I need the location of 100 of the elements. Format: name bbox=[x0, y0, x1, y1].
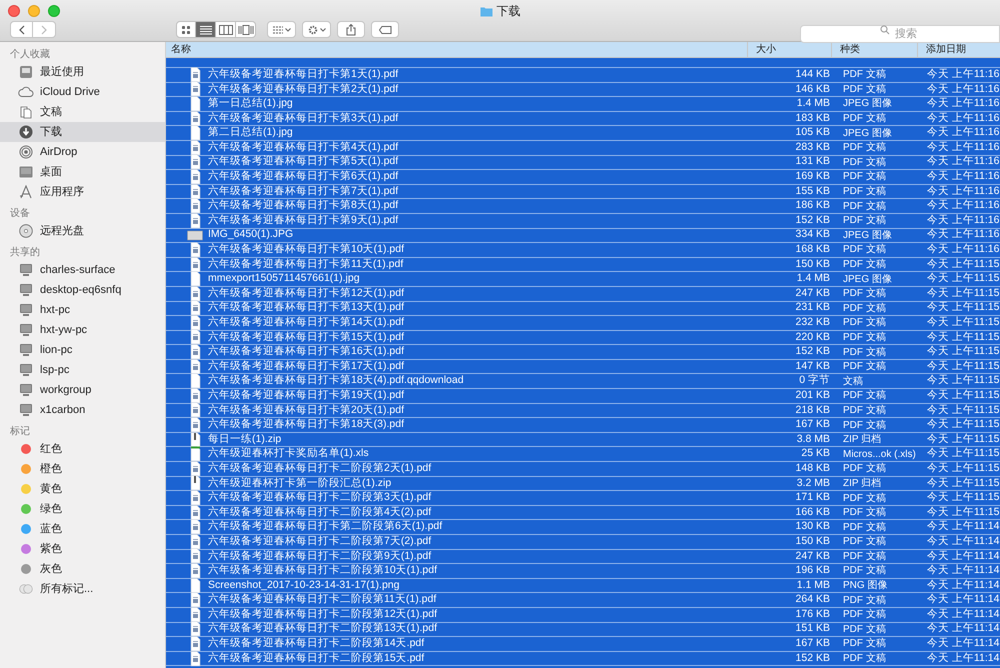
file-row[interactable]: 六年级备考迎春杯每日打卡第10天(1).pdf 168 KB PDF 文稿 今天 上午11:16 bbox=[166, 243, 1000, 258]
file-row[interactable]: 第一日总结(1).jpg 1.4 MB JPEG 图像 今天 上午11:16 bbox=[166, 97, 1000, 112]
sidebar-item[interactable]: 橙色 bbox=[0, 459, 165, 479]
file-row[interactable]: Screenshot_2017-10-23-14-31-17(1).png 1.1 MB PNG 图像 今天 上午11:14 bbox=[166, 578, 1000, 594]
file-row[interactable]: mmexport1505711457661(1).jpg 1.4 MB JPEG 图像 今天 上午11:15 bbox=[166, 272, 1000, 287]
file-row[interactable]: 六年级备考迎春杯每日打卡二阶段第3天(1).pdf 171 KB PDF 文稿 今天 上午11:15 bbox=[166, 491, 1000, 506]
file-row[interactable]: 六年级备考迎春杯每日打卡二阶段第9天(1).pdf 247 KB PDF 文稿 今天 上午11:14 bbox=[166, 550, 1000, 564]
file-row[interactable]: 六年级备考迎春杯每日打卡第12天(1).pdf 247 KB PDF 文稿 今天 上午11:15 bbox=[166, 286, 1000, 302]
file-row[interactable]: 六年级备考迎春杯每日打卡第8天(1).pdf 186 KB PDF 文稿 今天 上午11:16 bbox=[166, 199, 1000, 214]
desktop-icon bbox=[19, 166, 33, 178]
column-header[interactable]: 名称 bbox=[166, 42, 748, 57]
file-row[interactable]: 六年级备考迎春杯每日打卡二阶段第13天(1).pdf 151 KB PDF 文稿 今天 上午11:14 bbox=[166, 622, 1000, 638]
gear-icon bbox=[308, 24, 318, 34]
sidebar-item-label: lsp-pc bbox=[40, 362, 70, 378]
search-field[interactable]: 搜索 bbox=[800, 24, 1000, 42]
file-row[interactable]: 六年级备考迎春杯每日打卡第2天(1).pdf 146 KB PDF 文稿 今天 上午11:16 bbox=[166, 82, 1000, 98]
date-added: 今天 上午11:15 bbox=[926, 432, 1000, 447]
file-row[interactable]: 六年级迎春杯打卡第一阶段汇总(1).zip 3.2 MB ZIP 归档 今天 上午11:15 bbox=[166, 476, 1000, 492]
file-row[interactable]: 六年级备考迎春杯每日打卡二阶段第14天.pdf 167 KB PDF 文稿 今天 上午11:14 bbox=[166, 637, 1000, 652]
sidebar-item[interactable]: workgroup bbox=[0, 380, 165, 400]
sidebar-item[interactable]: lion-pc bbox=[0, 340, 165, 360]
sidebar-item[interactable]: 紫色 bbox=[0, 539, 165, 559]
file-row[interactable]: 六年级备考迎春杯每日打卡第16天(1).pdf 152 KB PDF 文稿 今天 上午11:15 bbox=[166, 345, 1000, 360]
file-row[interactable]: 六年级备考迎春杯每日打卡第11天(1).pdf 150 KB PDF 文稿 今天 上午11:15 bbox=[166, 258, 1000, 272]
document-icon bbox=[190, 140, 200, 156]
file-row[interactable]: 六年级备考迎春杯每日打卡第20天(1).pdf 218 KB PDF 文稿 今天 上午11:15 bbox=[166, 404, 1000, 418]
column-header[interactable]: 添加日期 bbox=[918, 42, 1000, 57]
sidebar-item[interactable]: 蓝色 bbox=[0, 519, 165, 539]
sidebar-item[interactable]: 红色 bbox=[0, 439, 165, 459]
file-row[interactable]: 六年级备考迎春杯每日打卡第3天(1).pdf 183 KB PDF 文稿 今天 上午11:16 bbox=[166, 112, 1000, 126]
file-row[interactable]: 六年级备考迎春杯每日打卡第4天(1).pdf 283 KB PDF 文稿 今天 上午11:16 bbox=[166, 140, 1000, 156]
file-row[interactable]: 六年级备考迎春杯每日打卡第二阶段第6天(1).pdf 130 KB PDF 文稿 今天 上午11:14 bbox=[166, 520, 1000, 535]
sidebar-item[interactable]: desktop-eq6snfq bbox=[0, 280, 165, 300]
sidebar-item-label: 所有标记... bbox=[40, 582, 94, 597]
tag-button[interactable] bbox=[371, 21, 399, 38]
column-header[interactable]: 大小 bbox=[748, 42, 832, 57]
document-icon bbox=[190, 168, 200, 185]
sidebar-item[interactable]: x1carbon bbox=[0, 400, 165, 420]
file-row[interactable]: 六年级迎春杯打卡奖励名单(1).xls 25 KB Micros...ok (.xls) 今天 上午11:15 bbox=[166, 447, 1000, 462]
file-row[interactable]: IMG_6450(1).JPG 334 KB JPEG 图像 今天 上午11:16 bbox=[166, 228, 1000, 244]
sidebar-item[interactable]: 文稿 bbox=[0, 102, 165, 122]
file-row[interactable]: 六年级备考迎春杯每日打卡第17天(1).pdf 147 KB PDF 文稿 今天 上午11:15 bbox=[166, 360, 1000, 374]
view-mode-button[interactable] bbox=[216, 21, 236, 38]
view-mode-button[interactable] bbox=[196, 21, 216, 38]
file-row[interactable]: 每日一练(1).zip 3.8 MB ZIP 归档 今天 上午11:15 bbox=[166, 432, 1000, 448]
file-row[interactable]: 六年级备考迎春杯每日打卡二阶段第10天(1).pdf 196 KB PDF 文稿 今天 上午11:14 bbox=[166, 564, 1000, 579]
image-file-icon bbox=[190, 125, 200, 142]
sidebar-item-label: 蓝色 bbox=[40, 522, 62, 537]
file-row[interactable]: 六年级备考迎春杯每日打卡第14天(1).pdf 232 KB PDF 文稿 今天 上午11:15 bbox=[166, 316, 1000, 331]
file-row[interactable]: 六年级备考迎春杯每日打卡第9天(1).pdf 152 KB PDF 文稿 今天 上午11:16 bbox=[166, 214, 1000, 229]
sidebar-item[interactable]: 灰色 bbox=[0, 559, 165, 579]
sidebar-item[interactable]: 所有标记... bbox=[0, 579, 165, 599]
share-button[interactable] bbox=[337, 21, 365, 38]
file-row[interactable]: 六年级备考迎春杯每日打卡二阶段第2天(1).pdf 148 KB PDF 文稿 今天 上午11:15 bbox=[166, 462, 1000, 477]
file-row[interactable]: 六年级备考迎春杯每日打卡第13天(1).pdf 231 KB PDF 文稿 今天 上午11:15 bbox=[166, 302, 1000, 316]
file-kind: PDF 文稿 bbox=[842, 112, 887, 126]
sidebar-item[interactable]: iCloud Drive bbox=[0, 82, 165, 102]
sidebar-item[interactable]: lsp-pc bbox=[0, 360, 165, 380]
sidebar-item-label: 灰色 bbox=[40, 562, 62, 577]
sidebar-item[interactable]: 最近使用 bbox=[0, 62, 165, 82]
file-kind: Micros...ok (.xls) bbox=[842, 448, 917, 462]
file-row[interactable]: 六年级备考迎春杯每日打卡第1天(1).pdf 144 KB PDF 文稿 今天 上午11:16 bbox=[166, 68, 1000, 83]
file-row[interactable]: 六年级备考迎春杯每日打卡第18天(3).pdf 167 KB PDF 文稿 今天 上午11:15 bbox=[166, 418, 1000, 433]
file-row[interactable]: 六年级备考迎春杯每日打卡二阶段第11天(1).pdf 264 KB PDF 文稿 今天 上午11:14 bbox=[166, 593, 1000, 608]
file-name: 六年级备考迎春杯每日打卡第12天(1).pdf bbox=[208, 286, 404, 301]
arrange-button[interactable] bbox=[267, 21, 296, 38]
sidebar-item[interactable]: hxt-pc bbox=[0, 300, 165, 320]
file-row[interactable]: 六年级备考迎春杯每日打卡二阶段第7天(2).pdf 150 KB PDF 文稿 今天 上午11:14 bbox=[166, 535, 1000, 550]
file-row[interactable]: 六年级备考迎春杯每日打卡第15天(1).pdf 220 KB PDF 文稿 今天 上午11:15 bbox=[166, 330, 1000, 346]
sidebar-item[interactable]: hxt-yw-pc bbox=[0, 320, 165, 340]
file-name: 六年级备考迎春杯每日打卡二阶段第14天.pdf bbox=[208, 636, 424, 652]
photo-icon bbox=[187, 229, 203, 242]
file-row[interactable]: 六年级备考迎春杯每日打卡第7天(1).pdf 155 KB PDF 文稿 今天 上午11:16 bbox=[166, 184, 1000, 200]
view-mode-button[interactable] bbox=[176, 21, 196, 38]
close-button[interactable] bbox=[8, 5, 20, 17]
sidebar-item[interactable]: 黄色 bbox=[0, 479, 165, 499]
file-row[interactable]: 六年级备考迎春杯每日打卡二阶段第4天(2).pdf 166 KB PDF 文稿 今天 上午11:15 bbox=[166, 506, 1000, 520]
back-button[interactable] bbox=[10, 21, 33, 38]
sidebar-item[interactable]: AirDrop bbox=[0, 142, 165, 162]
column-header[interactable]: 种类 bbox=[832, 42, 918, 57]
action-button[interactable] bbox=[302, 21, 331, 38]
file-row[interactable]: 六年级备考迎春杯每日打卡二阶段第15天.pdf 152 KB PDF 文稿 今天 上午11:14 bbox=[166, 652, 1000, 666]
sidebar-item[interactable]: 下载 bbox=[0, 122, 165, 142]
sidebar-item[interactable]: 应用程序 bbox=[0, 182, 165, 202]
sidebar-item[interactable]: 远程光盘 bbox=[0, 221, 165, 241]
sidebar-item[interactable]: 桌面 bbox=[0, 162, 165, 182]
file-kind: PDF 文稿 bbox=[842, 418, 887, 433]
document-icon bbox=[190, 417, 200, 434]
sidebar-item-label: charles-surface bbox=[40, 262, 116, 278]
file-name: 六年级备考迎春杯每日打卡第17天(1).pdf bbox=[208, 358, 404, 374]
file-row[interactable]: 六年级备考迎春杯每日打卡二阶段第12天(1).pdf 176 KB PDF 文稿 今天 上午11:14 bbox=[166, 608, 1000, 623]
file-row[interactable]: 六年级备考迎春杯每日打卡第6天(1).pdf 169 KB PDF 文稿 今天 上午11:16 bbox=[166, 170, 1000, 185]
file-row[interactable]: 第二日总结(1).jpg 105 KB JPEG 图像 今天 上午11:16 bbox=[166, 126, 1000, 141]
view-mode-button[interactable] bbox=[236, 21, 256, 38]
sidebar-item[interactable]: 绿色 bbox=[0, 499, 165, 519]
sidebar-item[interactable]: charles-surface bbox=[0, 260, 165, 280]
file-row[interactable]: 六年级备考迎春杯每日打卡第18天(4).pdf.qqdownload 0 字节 文稿 今天 上午11:15 bbox=[166, 374, 1000, 390]
file-row[interactable]: 六年级备考迎春杯每日打卡第5天(1).pdf 131 KB PDF 文稿 今天 上午11:16 bbox=[166, 156, 1000, 170]
sidebar-item-label: x1carbon bbox=[40, 402, 86, 418]
file-row[interactable]: 六年级备考迎春杯每日打卡第19天(1).pdf 201 KB PDF 文稿 今天 上午11:15 bbox=[166, 389, 1000, 404]
